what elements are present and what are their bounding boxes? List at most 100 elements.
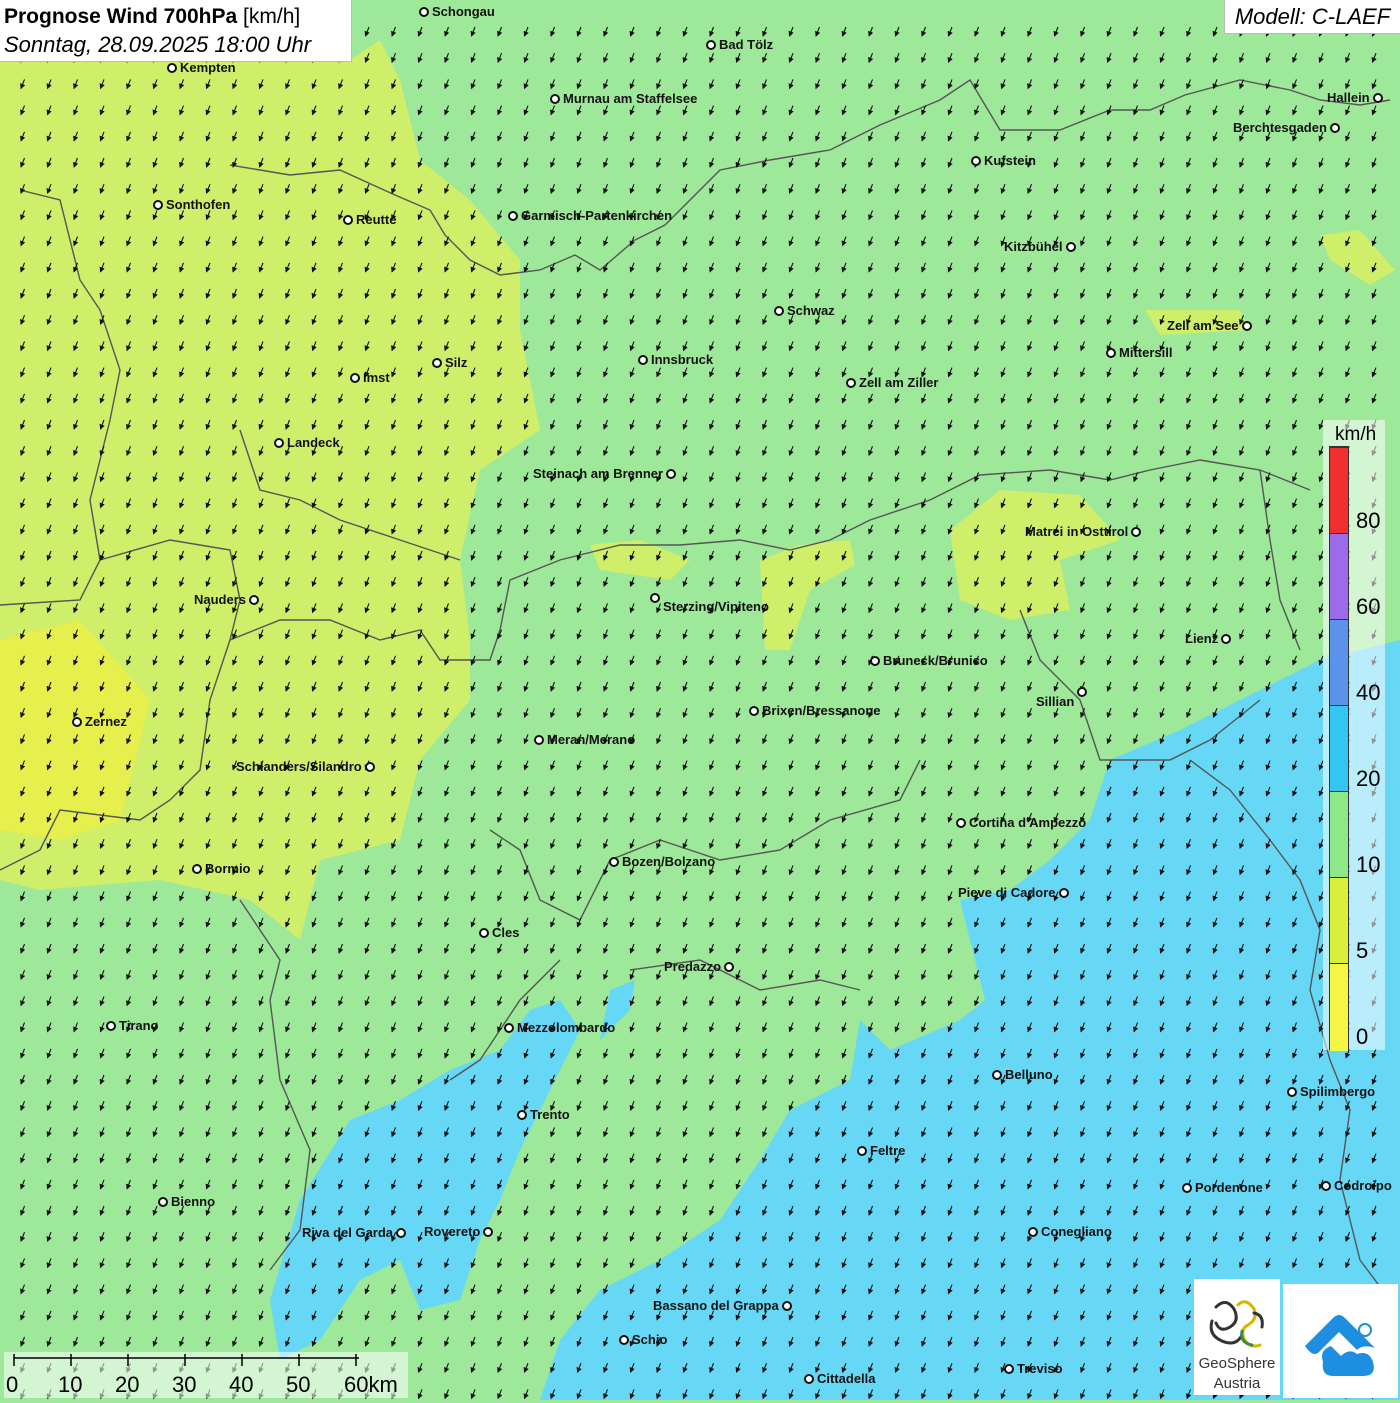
city-label: Brixen/Bressanone xyxy=(762,703,881,718)
city-marker xyxy=(517,1110,527,1120)
city-marker xyxy=(432,358,442,368)
city-marker xyxy=(396,1228,406,1238)
city-label: Spilimbergo xyxy=(1300,1084,1376,1099)
city-marker xyxy=(167,63,177,73)
city-marker xyxy=(504,1023,514,1033)
city-marker xyxy=(638,355,648,365)
city-marker xyxy=(782,1301,792,1311)
scale-bar: 0 10 20 30 40 50 60km xyxy=(4,1352,408,1398)
city-marker xyxy=(192,864,202,874)
city-marker xyxy=(1221,634,1231,644)
legend-segment-0 xyxy=(1330,963,1348,1051)
city-marker xyxy=(1182,1183,1192,1193)
city-marker xyxy=(609,857,619,867)
city-label: Feltre xyxy=(870,1143,906,1158)
city-marker xyxy=(774,306,784,316)
legend-label: 0 xyxy=(1356,1024,1369,1049)
city-label: Cles xyxy=(492,925,520,940)
city-marker xyxy=(971,156,981,166)
city-marker xyxy=(1028,1227,1038,1237)
city-marker xyxy=(508,211,518,221)
city-label: Kempten xyxy=(180,60,236,75)
city-label: Tirano xyxy=(119,1018,159,1033)
city-marker xyxy=(956,818,966,828)
city-label: Meran/Merano xyxy=(547,732,636,747)
city-label: Bormio xyxy=(205,861,251,876)
city-marker xyxy=(857,1146,867,1156)
city-marker xyxy=(1106,348,1116,358)
app-logo[interactable] xyxy=(1283,1284,1398,1398)
city-label: Murnau am Staffelsee xyxy=(563,91,698,106)
scale-label: 60km xyxy=(344,1372,398,1397)
legend-label: 60 xyxy=(1356,594,1381,619)
city-marker xyxy=(483,1227,493,1237)
city-marker xyxy=(846,378,856,388)
city-label: Innsbruck xyxy=(651,352,714,367)
city-marker xyxy=(1287,1087,1297,1097)
city-label: Schongau xyxy=(432,4,495,19)
city-marker xyxy=(274,438,284,448)
geosphere-logo-icon xyxy=(1209,1300,1264,1348)
legend-unit: km/h xyxy=(1335,424,1377,445)
city-marker xyxy=(1004,1364,1014,1374)
city-label: Berchtesgaden xyxy=(1233,120,1327,135)
scale-label: 30 xyxy=(172,1372,197,1397)
city-label: Bassano del Grappa xyxy=(653,1298,779,1313)
city-marker xyxy=(249,595,259,605)
city-marker xyxy=(1330,123,1340,133)
city-label: Mittersill xyxy=(1119,345,1173,360)
map-title: Prognose Wind 700hPa [km/h] xyxy=(4,3,351,31)
city-label: Lienz xyxy=(1185,631,1219,646)
city-marker xyxy=(1066,242,1076,252)
scale-label: 10 xyxy=(58,1372,83,1397)
legend-label: 40 xyxy=(1356,680,1381,705)
city-label: Cittadella xyxy=(817,1371,876,1386)
city-label: Silz xyxy=(445,355,468,370)
city-label: Kufstein xyxy=(984,153,1036,168)
city-label: Treviso xyxy=(1017,1361,1063,1376)
city-marker xyxy=(1321,1181,1331,1191)
legend-label: 10 xyxy=(1356,852,1381,877)
city-label: Cortina d'Ampezzo xyxy=(969,815,1087,830)
city-marker xyxy=(534,735,544,745)
city-marker xyxy=(479,928,489,938)
city-label: Steinach am Brenner xyxy=(533,466,664,481)
legend-segment-5 xyxy=(1330,877,1348,963)
forecast-date: Sonntag, 28.09.2025 18:00 Uhr xyxy=(4,32,312,57)
city-marker xyxy=(153,200,163,210)
city-marker xyxy=(1131,527,1141,537)
legend-segment-80 xyxy=(1330,447,1348,533)
city-marker xyxy=(804,1374,814,1384)
city-label: Bienno xyxy=(171,1194,216,1209)
legend-segment-60 xyxy=(1330,533,1348,619)
city-marker xyxy=(992,1070,1002,1080)
city-label: Schwaz xyxy=(787,303,835,318)
city-label: Zell am Ziller xyxy=(859,375,939,390)
city-label: Bozen/Bolzano xyxy=(622,854,716,869)
city-label: Schlanders/Silandro xyxy=(236,759,362,774)
city-label: Sillian xyxy=(1036,694,1075,709)
city-label: Garmisch-Partenkirchen xyxy=(521,208,673,223)
map-title-unit: [km/h] xyxy=(243,5,301,28)
legend-label: 80 xyxy=(1356,508,1381,533)
city-label: Schio xyxy=(632,1332,668,1347)
scale-label: 50 xyxy=(286,1372,311,1397)
city-label: Imst xyxy=(363,370,390,385)
city-label: Codroipo xyxy=(1334,1178,1392,1193)
scale-label: 40 xyxy=(229,1372,254,1397)
geosphere-logo[interactable]: GeoSphere Austria xyxy=(1194,1279,1280,1395)
city-label: Reutte xyxy=(356,212,397,227)
city-label: Sterzing/Vipiteno xyxy=(663,599,769,614)
app-logo-icon xyxy=(1305,1315,1375,1376)
scale-label: 20 xyxy=(115,1372,140,1397)
city-marker xyxy=(666,469,676,479)
legend-segment-20 xyxy=(1330,705,1348,791)
city-label: Bad Tölz xyxy=(719,37,774,52)
geosphere-logo-sub: Austria xyxy=(1213,1375,1261,1392)
map-title-text: Prognose Wind 700hPa xyxy=(4,5,238,28)
city-label: Pordenone xyxy=(1195,1180,1263,1195)
city-marker xyxy=(870,656,880,666)
city-marker xyxy=(650,593,660,603)
legend-label: 5 xyxy=(1356,938,1369,963)
city-label: Zernez xyxy=(85,714,127,729)
